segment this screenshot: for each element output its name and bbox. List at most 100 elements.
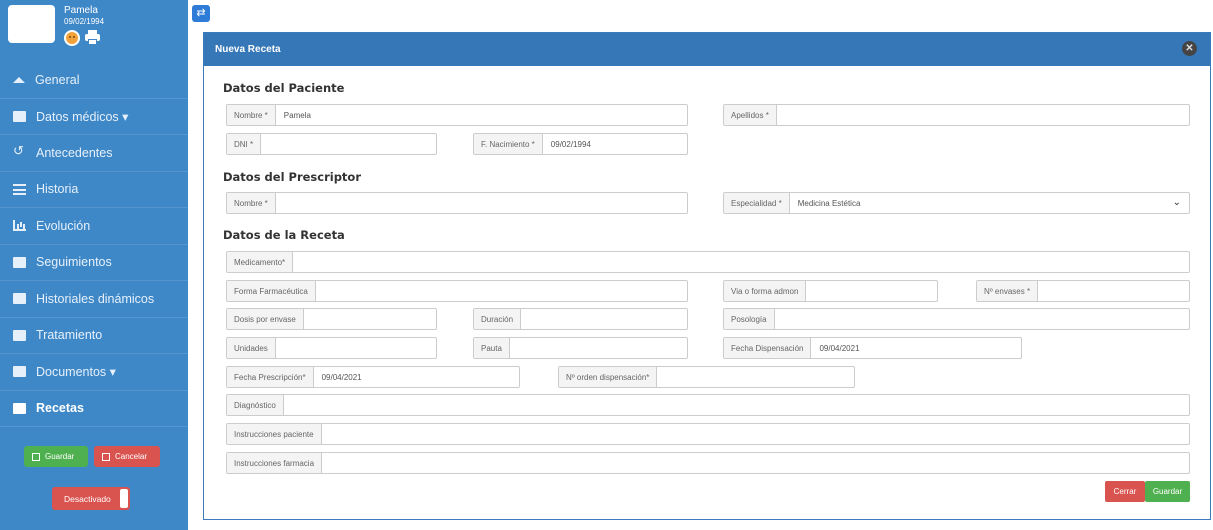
field-label: Apellidos * [724, 105, 777, 125]
sidebar-actions: Guardar Cancelar [24, 446, 160, 467]
new-recipe-modal: Nueva Receta ✕ Datos del Paciente Nombre… [203, 32, 1211, 520]
bar-chart-icon [13, 220, 26, 232]
medkit-icon [13, 110, 26, 122]
field-value[interactable] [775, 309, 1189, 329]
prescriber-name-field[interactable]: Nombre * [226, 192, 688, 214]
sidebar-item-label: Seguimientos [36, 255, 112, 270]
field-value[interactable] [657, 367, 854, 387]
close-icon[interactable]: ✕ [1182, 41, 1197, 56]
field-value[interactable] [777, 105, 1189, 125]
field-label: Fecha Dispensación [724, 338, 812, 358]
toggle-label: Desactivado [64, 493, 111, 504]
field-label: Nº orden dispensación* [559, 367, 658, 387]
units-field[interactable]: Unidades [226, 337, 437, 359]
sidebar-item-label: Historiales dinámicos [36, 291, 155, 306]
schedule-field[interactable]: Pauta [473, 337, 688, 359]
close-button[interactable]: Cerrar [1105, 481, 1145, 502]
pharma-form-field[interactable]: Forma Farmacéutica [226, 280, 688, 302]
field-label: F. Nacimiento * [474, 134, 543, 154]
field-value[interactable]: 09/02/1994 [543, 134, 687, 154]
field-label: Medicamento* [227, 252, 294, 272]
field-value[interactable]: Pamela [276, 105, 687, 125]
containers-field[interactable]: Nº envases * [976, 280, 1190, 302]
section-recipe: Datos de la Receta [223, 228, 345, 242]
field-label: Pauta [474, 338, 510, 358]
field-value[interactable]: 09/04/2021 [811, 338, 1021, 358]
field-value[interactable] [261, 134, 436, 154]
pharmacy-instructions-field[interactable]: Instrucciones farmacia [226, 452, 1190, 474]
calendar-icon [32, 452, 40, 461]
sidebar-item-historia[interactable]: Historia [0, 172, 188, 208]
field-value[interactable] [316, 281, 687, 301]
field-value[interactable] [510, 338, 687, 358]
field-value[interactable] [284, 395, 1189, 415]
sidebar-item-label: Antecedentes [36, 145, 113, 160]
file-icon [13, 329, 26, 341]
prescription-date-field[interactable]: Fecha Prescripción* 09/04/2021 [226, 366, 520, 388]
field-label: Especialidad * [724, 193, 790, 213]
dispensation-order-field[interactable]: Nº orden dispensación* [558, 366, 855, 388]
posology-field[interactable]: Posología [723, 308, 1190, 330]
field-label: Duración [474, 309, 522, 329]
dni-field[interactable]: DNI * [226, 133, 437, 155]
field-label: Nº envases * [977, 281, 1039, 301]
admin-route-field[interactable]: Via o forma admon [723, 280, 938, 302]
sidebar-item-label: Evolución [36, 218, 91, 233]
sidebar-item-evolucion[interactable]: Evolución [0, 208, 188, 245]
save-button[interactable]: Guardar [1145, 481, 1190, 502]
sidebar-item-documentos[interactable]: Documentos ▾ [0, 354, 188, 391]
sidebar-toggle-button[interactable]: ⇄ [192, 5, 210, 22]
patient-instructions-field[interactable]: Instrucciones paciente [226, 423, 1190, 445]
birthdate-field[interactable]: F. Nacimiento * 09/02/1994 [473, 133, 688, 155]
field-label: Fecha Prescripción* [227, 367, 314, 387]
status-toggle[interactable]: Desactivado [52, 487, 130, 510]
sidebar-item-general[interactable]: General [0, 62, 188, 99]
diagnosis-field[interactable]: Diagnóstico [226, 394, 1190, 416]
field-label: Forma Farmacéutica [227, 281, 316, 301]
field-value[interactable] [293, 252, 1189, 272]
sidebar-item-datos-medicos[interactable]: Datos médicos ▾ [0, 99, 188, 135]
field-label: Nombre * [227, 105, 276, 125]
modal-header: Nueva Receta ✕ [204, 33, 1210, 66]
field-value[interactable] [806, 281, 937, 301]
sidebar-item-seguimientos[interactable]: Seguimientos [0, 245, 188, 281]
patient-dob: 09/02/1994 [64, 17, 105, 26]
sidebar-item-antecedentes[interactable]: Antecedentes [0, 135, 188, 172]
sidebar-item-tratamiento[interactable]: Tratamiento [0, 318, 188, 354]
field-value[interactable] [1038, 281, 1189, 301]
field-label: Unidades [227, 338, 276, 358]
field-value[interactable] [276, 338, 436, 358]
field-value[interactable]: 09/04/2021 [314, 367, 519, 387]
sidebar-nav: General Datos médicos ▾ Antecedentes His… [0, 62, 188, 427]
face-icon[interactable] [64, 30, 80, 46]
sidebar-save-button[interactable]: Guardar [24, 446, 88, 467]
home-icon [13, 76, 25, 83]
field-value[interactable] [521, 309, 687, 329]
medication-field[interactable]: Medicamento* [226, 251, 1190, 273]
field-value[interactable]: Medicina Estética [790, 193, 1189, 213]
dose-field[interactable]: Dosis por envase [226, 308, 437, 330]
field-label: Dosis por envase [227, 309, 304, 329]
toggle-knob[interactable] [120, 489, 128, 508]
sidebar-item-recetas[interactable]: Recetas [0, 391, 188, 427]
field-label: Diagnóstico [227, 395, 284, 415]
patient-surname-field[interactable]: Apellidos * [723, 104, 1190, 126]
field-label: DNI * [227, 134, 262, 154]
section-patient: Datos del Paciente [223, 81, 345, 95]
field-value[interactable] [322, 424, 1189, 444]
field-label: Instrucciones paciente [227, 424, 322, 444]
field-label: Via o forma admon [724, 281, 807, 301]
sidebar-item-historiales[interactable]: Historiales dinámicos [0, 281, 188, 318]
list-icon [13, 183, 26, 195]
patient-name-field[interactable]: Nombre * Pamela [226, 104, 688, 126]
dispensation-date-field[interactable]: Fecha Dispensación 09/04/2021 [723, 337, 1022, 359]
patient-profile: Pamela 09/02/1994 [8, 5, 183, 57]
specialty-select[interactable]: Especialidad * Medicina Estética ⌄ [723, 192, 1190, 214]
field-value[interactable] [304, 309, 436, 329]
save-label: Guardar [45, 452, 75, 461]
duration-field[interactable]: Duración [473, 308, 688, 330]
field-value[interactable] [322, 453, 1189, 473]
print-icon[interactable] [85, 30, 100, 45]
field-value[interactable] [276, 193, 687, 213]
sidebar-cancel-button[interactable]: Cancelar [94, 446, 160, 467]
